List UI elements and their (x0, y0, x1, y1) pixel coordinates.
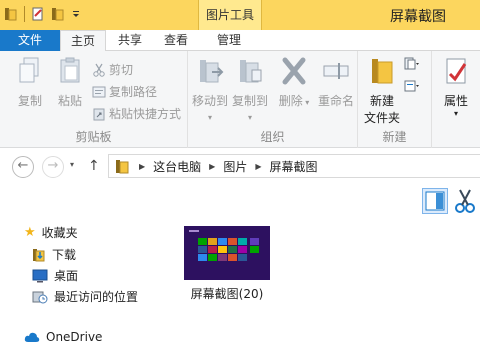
paste-icon (60, 57, 80, 83)
easy-access-icon (404, 80, 419, 92)
downloads-folder-icon (33, 248, 45, 261)
ribbon-tabs: 文件 主页 共享 查看 管理 (0, 30, 480, 52)
breadcrumb-pictures[interactable]: 图片 (223, 158, 247, 175)
copy-to-icon (240, 60, 262, 83)
organize-group-label: 组织 (260, 130, 285, 144)
new-group-label: 新建 (382, 130, 407, 144)
arrow-right-icon: → (47, 158, 59, 173)
tab-view[interactable]: 查看 (156, 30, 196, 51)
new-group: 新建 文件夹 新建 (358, 51, 432, 148)
copy-button[interactable]: 复制 (10, 56, 50, 109)
quick-access-toolbar (4, 6, 81, 22)
open-group: 属性 ▾ (432, 51, 480, 148)
arrow-left-icon: ← (17, 158, 29, 173)
clipboard-group-label: 剪贴板 (75, 130, 112, 144)
forward-button[interactable]: → (42, 156, 64, 178)
properties-button[interactable]: 属性 ▾ (436, 56, 476, 118)
cloud-icon (24, 332, 40, 342)
tab-manage[interactable]: 管理 (204, 30, 254, 51)
breadcrumb-this-pc[interactable]: 这台电脑 (153, 158, 201, 175)
nav-downloads[interactable]: 下载 (32, 246, 76, 263)
paste-shortcut-button[interactable]: 粘贴快捷方式 (92, 105, 181, 122)
screenshot-thumbnail-image (184, 226, 270, 280)
folder-icon (116, 160, 129, 174)
new-folder-icon (372, 59, 393, 84)
navigation-pane: ★ 收藏夹 下载 桌面 最近访问的位置 OneDrive (0, 216, 180, 360)
cut-button[interactable]: 剪切 (92, 61, 133, 78)
copy-path-button[interactable]: 复制路径 (92, 83, 157, 100)
move-to-icon (200, 60, 224, 83)
breadcrumb-separator[interactable]: ▶ (255, 162, 261, 171)
new-item-icon (404, 57, 419, 70)
paste-shortcut-icon (93, 108, 105, 120)
rename-button[interactable]: 重命名 (314, 56, 358, 109)
paste-button[interactable]: 粘贴 (50, 56, 90, 109)
recent-locations-dropdown[interactable]: ▾ (70, 160, 74, 169)
window-title: 屏幕截图 (390, 9, 446, 25)
address-bar[interactable]: ▶ 这台电脑 ▶ 图片 ▶ 屏幕截图 (108, 154, 480, 178)
organize-group: 移动到 ▾ 复制到 ▾ 删除 ▾ 重命名 组织 (188, 51, 358, 148)
move-to-button[interactable]: 移动到 ▾ (190, 56, 230, 123)
breadcrumb-separator[interactable]: ▶ (209, 162, 215, 171)
folder-icon (5, 8, 17, 21)
desktop-icon (32, 269, 48, 282)
nav-onedrive[interactable]: OneDrive (24, 330, 102, 344)
copy-to-button[interactable]: 复制到 ▾ (230, 56, 270, 123)
properties-icon[interactable] (31, 7, 45, 21)
view-toolbar (0, 184, 480, 216)
tab-file[interactable]: 文件 (0, 30, 60, 51)
back-button[interactable]: ← (12, 156, 34, 178)
ribbon: 复制 粘贴 剪切 复制路径 粘贴快捷方式 剪贴板 移动到 ▾ 复制到 ▾ 删除 … (0, 51, 480, 148)
preview-pane-button[interactable] (422, 188, 448, 214)
properties-icon (446, 58, 467, 84)
address-area: ← → ▾ ↑ ▶ 这台电脑 ▶ 图片 ▶ 屏幕截图 (0, 148, 480, 184)
customize-dropdown-icon[interactable] (71, 7, 81, 21)
recent-places-icon (32, 291, 48, 303)
easy-access-button[interactable] (404, 79, 420, 93)
breadcrumb-screenshots[interactable]: 屏幕截图 (270, 158, 318, 175)
new-item-button[interactable] (404, 57, 420, 71)
title-bar: 图片工具 屏幕截图 (0, 0, 480, 30)
rename-icon (323, 63, 349, 79)
delete-button[interactable]: 删除 ▾ (274, 56, 314, 109)
copy-path-icon (92, 86, 106, 97)
scissors-icon (93, 63, 105, 77)
file-name[interactable]: 屏幕截图(20) (184, 285, 270, 302)
tab-share[interactable]: 共享 (110, 30, 150, 51)
file-thumbnail[interactable] (184, 226, 270, 280)
copy-icon (19, 57, 39, 83)
clipboard-group: 复制 粘贴 剪切 复制路径 粘贴快捷方式 剪贴板 (0, 51, 188, 148)
up-button[interactable]: ↑ (88, 158, 100, 174)
picture-tools-context-tab: 图片工具 (198, 0, 262, 30)
new-folder-button[interactable]: 新建 文件夹 (360, 56, 404, 126)
scissors-button[interactable] (454, 188, 476, 217)
breadcrumb-separator[interactable]: ▶ (139, 162, 145, 171)
preview-pane-icon (425, 191, 445, 211)
scissors-icon (455, 189, 475, 213)
nav-recent-places[interactable]: 最近访问的位置 (32, 288, 138, 305)
new-folder-icon[interactable] (51, 7, 65, 21)
star-icon: ★ (24, 225, 36, 240)
tab-home[interactable]: 主页 (60, 30, 106, 52)
nav-desktop[interactable]: 桌面 (32, 267, 78, 284)
delete-icon (282, 57, 306, 85)
arrow-up-icon: ↑ (88, 158, 100, 174)
nav-favorites[interactable]: ★ 收藏夹 (24, 224, 78, 241)
